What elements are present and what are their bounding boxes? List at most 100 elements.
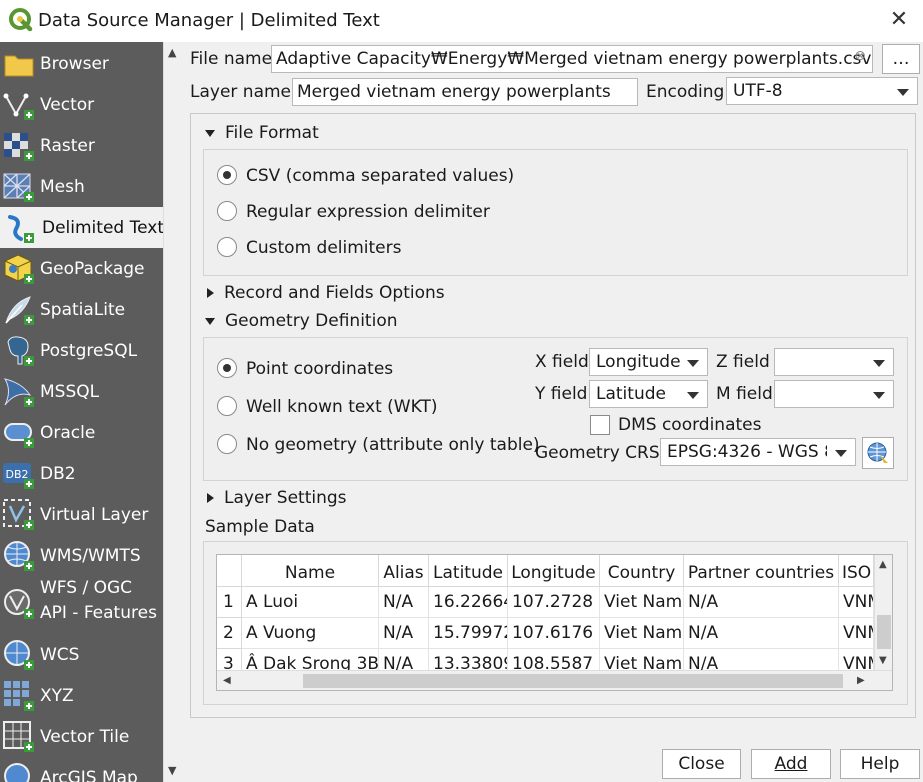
encoding-select[interactable]: UTF-8	[726, 77, 918, 105]
table-cell[interactable]: VNM	[839, 618, 874, 649]
column-header-country[interactable]: Country	[600, 555, 684, 587]
sidebar-item-db2[interactable]: DB2 DB2	[0, 453, 163, 494]
vector-tile-icon	[3, 721, 34, 752]
table-cell[interactable]: VNM	[839, 587, 874, 618]
browse-button[interactable]: …	[882, 44, 920, 74]
sidebar-item-delimited-text[interactable]: Delimited Text	[0, 207, 163, 248]
globe-icon	[4, 541, 34, 571]
close-window-icon[interactable]: ✕	[884, 6, 914, 36]
scroll-thumb[interactable]	[303, 674, 843, 688]
geometry-crs-select[interactable]: EPSG:4326 - WGS 84	[660, 438, 856, 466]
sidebar-item-label: WMS/WMTS	[40, 546, 141, 566]
regex-radio[interactable]	[217, 201, 237, 221]
table-cell[interactable]: N/A	[684, 618, 839, 649]
help-button[interactable]: Help	[840, 749, 920, 779]
z-field-select[interactable]	[774, 348, 894, 376]
chevron-down-icon	[687, 360, 699, 367]
row-header[interactable]: 1	[217, 587, 242, 618]
db2-icon: DB2	[3, 463, 34, 489]
geometry-crs-label: Geometry CRS	[535, 443, 660, 463]
sidebar-item-label: GeoPackage	[40, 259, 145, 279]
sidebar-item-spatialite[interactable]: SpatiaLite	[0, 289, 163, 330]
encoding-label: Encoding	[646, 82, 725, 102]
column-header-iso[interactable]: ISO	[839, 555, 874, 587]
clear-icon[interactable]: ⊗	[854, 48, 866, 64]
layer-settings-header[interactable]: Layer Settings	[207, 488, 347, 508]
point-coordinates-label: Point coordinates	[246, 359, 394, 379]
expand-arrow-icon	[207, 493, 214, 503]
sidebar-item-mssql[interactable]: MSSQL	[0, 371, 163, 412]
column-header-longitude[interactable]: Longitude	[508, 555, 600, 587]
csv-radio[interactable]	[217, 165, 237, 185]
sidebar-item-wms-wmts[interactable]: WMS/WMTS	[0, 535, 163, 576]
column-header-name[interactable]: Name	[242, 555, 379, 587]
scroll-thumb[interactable]	[877, 615, 891, 649]
no-geometry-radio[interactable]	[217, 434, 237, 454]
table-cell[interactable]: A Vuong	[242, 618, 379, 649]
sidebar-item-label: XYZ	[40, 686, 74, 706]
scroll-right-icon[interactable]: ▶	[857, 675, 865, 686]
table-cell[interactable]: N/A	[684, 587, 839, 618]
scroll-down-icon[interactable]: ▼	[879, 655, 887, 666]
sample-data-title: Sample Data	[205, 517, 315, 537]
sidebar-item-virtual-layer[interactable]: Virtual Layer	[0, 494, 163, 535]
sidebar-item-geopackage[interactable]: GeoPackage	[0, 248, 163, 289]
table-cell[interactable]: 16.22664	[429, 587, 508, 618]
wkt-radio[interactable]	[217, 396, 237, 416]
sidebar-item-mesh[interactable]: Mesh	[0, 166, 163, 207]
sidebar-item-postgresql[interactable]: PostgreSQL	[0, 330, 163, 371]
point-coordinates-radio[interactable]	[217, 358, 237, 378]
sidebar-item-raster[interactable]: Raster	[0, 125, 163, 166]
custom-delimiters-radio[interactable]	[217, 237, 237, 257]
add-button[interactable]: Add	[751, 749, 831, 779]
chevron-down-icon	[897, 89, 909, 96]
xyz-grid-icon	[4, 681, 34, 711]
m-field-select[interactable]	[774, 380, 894, 408]
sidebar-item-xyz[interactable]: XYZ	[0, 675, 163, 716]
file-name-label: File name	[190, 49, 273, 69]
table-cell[interactable]: N/A	[379, 618, 429, 649]
scroll-up-icon[interactable]: ▲	[879, 559, 887, 570]
table-horizontal-scrollbar[interactable]: ◀ ▶	[217, 670, 892, 690]
table-cell[interactable]: Viet Nam	[600, 618, 684, 649]
scroll-up-icon[interactable]: ▲	[168, 46, 176, 59]
table-cell[interactable]: Viet Nam	[600, 587, 684, 618]
file-format-header[interactable]: File Format	[205, 123, 319, 143]
record-fields-header[interactable]: Record and Fields Options	[207, 283, 445, 303]
table-cell[interactable]: A Luoi	[242, 587, 379, 618]
table-vertical-scrollbar[interactable]: ▲ ▼	[874, 555, 892, 670]
row-header[interactable]: 2	[217, 618, 242, 649]
sidebar-item-oracle[interactable]: Oracle	[0, 412, 163, 453]
delimited-text-icon	[8, 215, 34, 243]
close-button[interactable]: Close	[662, 749, 741, 779]
column-header-latitude[interactable]: Latitude	[429, 555, 508, 587]
sample-data-table[interactable]: Name Alias Latitude Longitude Country Pa…	[216, 554, 893, 691]
table-cell[interactable]: N/A	[379, 587, 429, 618]
sidebar-item-vector-tile[interactable]: Vector Tile	[0, 716, 163, 757]
scroll-left-icon[interactable]: ◀	[223, 675, 231, 686]
sidebar-item-vector[interactable]: Vector	[0, 84, 163, 125]
qgis-logo-icon	[9, 8, 33, 32]
layer-name-input[interactable]: Merged vietnam energy powerplants	[292, 78, 638, 106]
sidebar-item-wfs-ogc[interactable]: WFS / OGC API - Features	[0, 576, 163, 632]
sidebar-scrollbar[interactable]: ▲ ▼	[163, 42, 183, 782]
column-header-partner-countries[interactable]: Partner countries	[684, 555, 839, 587]
sidebar-item-arcgis-map[interactable]: ArcGIS Map	[0, 757, 163, 782]
dms-coordinates-checkbox[interactable]	[590, 415, 610, 435]
corner-header	[217, 555, 242, 587]
table-cell[interactable]: 107.6176	[508, 618, 600, 649]
csv-label: CSV (comma separated values)	[246, 166, 515, 186]
file-name-input[interactable]: Adaptive Capacity₩Energy₩Merged vietnam …	[271, 45, 873, 73]
table-cell[interactable]: 107.2728	[508, 587, 600, 618]
table-cell[interactable]: 15.79972	[429, 618, 508, 649]
crs-selector-button[interactable]	[862, 437, 894, 469]
x-field-select[interactable]: Longitude	[589, 348, 708, 376]
m-field-label: M field	[716, 384, 773, 404]
sidebar-item-browser[interactable]: Browser	[0, 43, 163, 84]
geometry-definition-header[interactable]: Geometry Definition	[205, 311, 398, 331]
sidebar-item-wcs[interactable]: WCS	[0, 634, 163, 675]
wcs-globe-icon	[4, 640, 34, 670]
scroll-down-icon[interactable]: ▼	[168, 764, 176, 777]
column-header-alias[interactable]: Alias	[379, 555, 429, 587]
y-field-select[interactable]: Latitude	[589, 380, 708, 408]
